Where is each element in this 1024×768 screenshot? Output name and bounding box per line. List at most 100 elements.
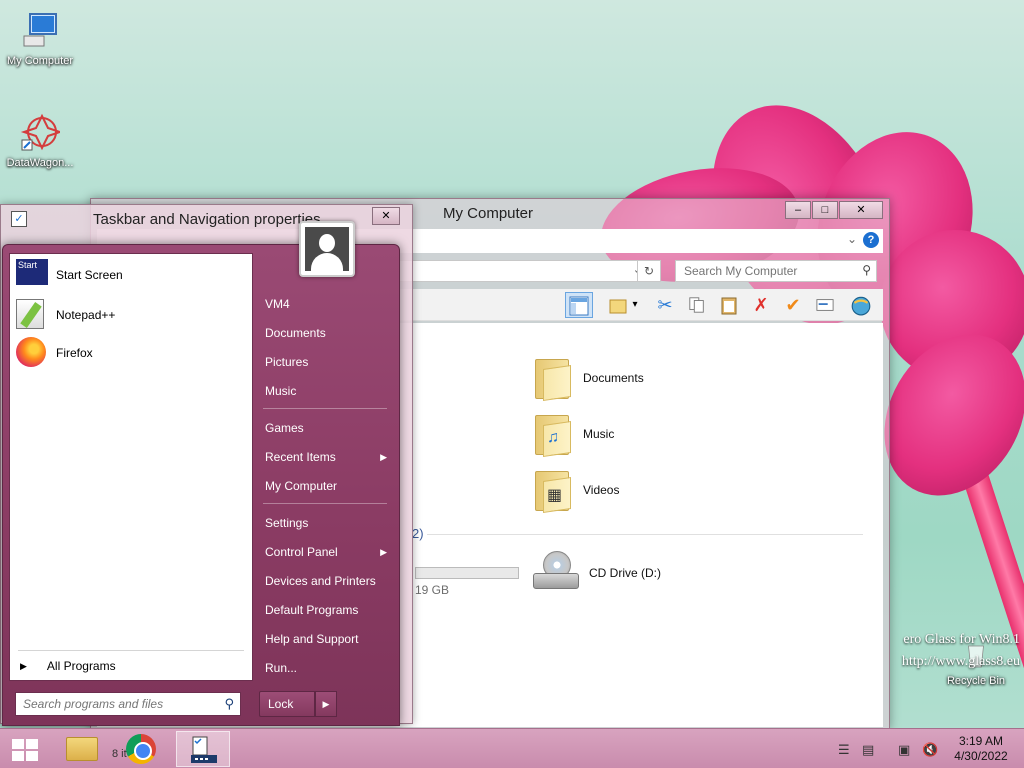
dropdown-arrow-button[interactable]: ▾ bbox=[627, 292, 643, 318]
video-folder-icon: ▦ bbox=[533, 467, 573, 513]
start-menu: Start Start Screen Notepad++ Firefox ▶ A… bbox=[2, 221, 400, 726]
volume-muted-icon[interactable]: 🔇 bbox=[922, 742, 938, 758]
start-item-user[interactable]: VM4 bbox=[257, 291, 393, 317]
lock-button[interactable]: Lock bbox=[259, 691, 315, 717]
watermark-line-2: http://www.glass8.eu bbox=[901, 654, 1020, 669]
search-input[interactable] bbox=[676, 261, 846, 281]
copy-button[interactable] bbox=[683, 292, 711, 318]
desktop-icon-my-computer[interactable]: My Computer bbox=[0, 10, 80, 67]
cut-button[interactable]: ✂ bbox=[651, 292, 679, 318]
program-start-screen[interactable]: Start Start Screen bbox=[14, 258, 248, 292]
drive-usage-bar bbox=[415, 567, 519, 579]
triangle-right-icon: ▶ bbox=[322, 699, 330, 709]
paste-button[interactable] bbox=[715, 292, 743, 318]
drive-size: 19 GB bbox=[415, 583, 450, 597]
group-separator bbox=[427, 534, 863, 535]
clock-date: 4/30/2022 bbox=[954, 749, 1008, 763]
start-item-label: Run... bbox=[265, 661, 298, 675]
user-avatar[interactable] bbox=[299, 221, 355, 277]
start-item-label: Documents bbox=[265, 326, 326, 340]
divider bbox=[263, 503, 387, 504]
chevron-down-icon[interactable]: ⌄ bbox=[847, 232, 857, 246]
start-item-label: VM4 bbox=[265, 297, 290, 311]
start-item-label: Pictures bbox=[265, 355, 309, 369]
checklist-icon: ✓ bbox=[11, 211, 27, 227]
start-button[interactable] bbox=[4, 733, 44, 765]
start-item-label: Games bbox=[265, 421, 304, 435]
properties-button[interactable]: ✔ bbox=[779, 292, 807, 318]
desktop-icon-label: Recycle Bin bbox=[946, 675, 1006, 687]
notepad-plus-plus-icon bbox=[16, 299, 44, 329]
music-folder-icon: ♫ bbox=[533, 411, 573, 457]
start-item-games[interactable]: Games bbox=[257, 415, 393, 441]
start-item-run[interactable]: Run... bbox=[257, 655, 393, 681]
system-clock[interactable]: 3:19 AM 4/30/2022 bbox=[950, 734, 1012, 764]
minimize-button[interactable]: – bbox=[785, 201, 811, 219]
triangle-right-icon: ▶ bbox=[380, 452, 387, 462]
windows-logo-icon bbox=[12, 739, 38, 761]
globe-icon bbox=[851, 296, 871, 316]
program-label: Firefox bbox=[56, 346, 93, 360]
start-item-pictures[interactable]: Pictures bbox=[257, 349, 393, 375]
folder-documents[interactable]: Documents bbox=[533, 355, 644, 401]
taskbar-properties-dialog[interactable] bbox=[176, 731, 230, 767]
shutdown-options-button[interactable]: ▶ bbox=[315, 691, 337, 717]
chrome-icon bbox=[126, 734, 156, 764]
layout-pane-button[interactable] bbox=[565, 292, 593, 318]
watermark-line-1: ero Glass for Win8.1 bbox=[903, 632, 1020, 647]
file-explorer-icon bbox=[66, 737, 98, 761]
view-list-icon[interactable]: ☰ bbox=[838, 742, 850, 758]
window-title: My Computer bbox=[443, 205, 534, 222]
start-search-box[interactable]: ⚲ bbox=[15, 692, 241, 716]
scissors-icon: ✂ bbox=[657, 295, 673, 315]
clock-time: 3:19 AM bbox=[958, 734, 1004, 748]
close-button[interactable]: ✕ bbox=[839, 201, 883, 219]
maximize-button[interactable]: □ bbox=[812, 201, 838, 219]
desktop-icon-label: DataWagon... bbox=[6, 157, 74, 169]
start-item-control-panel[interactable]: Control Panel ▶ bbox=[257, 539, 393, 565]
search-icon[interactable]: ⚲ bbox=[224, 696, 234, 712]
program-notepad-plus-plus[interactable]: Notepad++ bbox=[14, 298, 248, 332]
desktop-icon-datawagon[interactable]: DataWagon... bbox=[0, 112, 80, 169]
group-header-count: 2) bbox=[412, 526, 424, 541]
start-item-default-programs[interactable]: Default Programs bbox=[257, 597, 393, 623]
dialog-close-button[interactable]: ✕ bbox=[372, 207, 400, 225]
folder-icon bbox=[533, 355, 573, 401]
all-programs-label: All Programs bbox=[46, 659, 116, 673]
firefox-icon bbox=[16, 337, 46, 367]
folder-label: Music bbox=[583, 427, 615, 441]
refresh-button[interactable]: ↻ bbox=[637, 260, 661, 282]
view-tiles-icon[interactable]: ▤ bbox=[862, 742, 874, 758]
taskbar-item-count-text: 8 it bbox=[112, 748, 127, 760]
search-icon[interactable]: ⚲ bbox=[862, 263, 871, 277]
start-item-my-computer[interactable]: My Computer bbox=[257, 473, 393, 499]
start-item-label: Control Panel bbox=[265, 545, 338, 559]
start-item-devices-and-printers[interactable]: Devices and Printers bbox=[257, 568, 393, 594]
start-item-settings[interactable]: Settings bbox=[257, 510, 393, 536]
taskbar-file-explorer[interactable] bbox=[54, 731, 108, 767]
network-icon[interactable]: ▣ bbox=[898, 742, 910, 758]
program-firefox[interactable]: Firefox bbox=[14, 336, 248, 370]
start-item-help-and-support[interactable]: Help and Support bbox=[257, 626, 393, 652]
folder-label: Documents bbox=[583, 371, 644, 385]
triangle-right-icon: ▶ bbox=[20, 660, 27, 671]
computer-icon bbox=[23, 13, 57, 47]
folder-videos[interactable]: ▦ Videos bbox=[533, 467, 619, 513]
search-box[interactable]: ⚲ bbox=[675, 260, 877, 282]
rename-icon bbox=[816, 299, 834, 311]
start-item-recent-items[interactable]: Recent Items ▶ bbox=[257, 444, 393, 470]
network-button[interactable] bbox=[847, 292, 875, 318]
all-programs-button[interactable]: ▶ All Programs bbox=[14, 654, 248, 678]
start-item-label: Devices and Printers bbox=[265, 574, 376, 588]
delete-button[interactable]: ✗ bbox=[747, 292, 775, 318]
start-item-label: Music bbox=[265, 384, 297, 398]
start-item-label: My Computer bbox=[265, 479, 338, 493]
folder-music[interactable]: ♫ Music bbox=[533, 411, 614, 457]
help-icon[interactable]: ? bbox=[863, 232, 879, 248]
start-search-input[interactable] bbox=[16, 693, 212, 715]
start-item-documents[interactable]: Documents bbox=[257, 320, 393, 346]
rename-button[interactable] bbox=[811, 292, 839, 318]
cd-drive-item[interactable]: CD Drive (D:) bbox=[533, 551, 661, 595]
start-item-music[interactable]: Music bbox=[257, 378, 393, 404]
cd-drive-icon bbox=[533, 551, 579, 595]
